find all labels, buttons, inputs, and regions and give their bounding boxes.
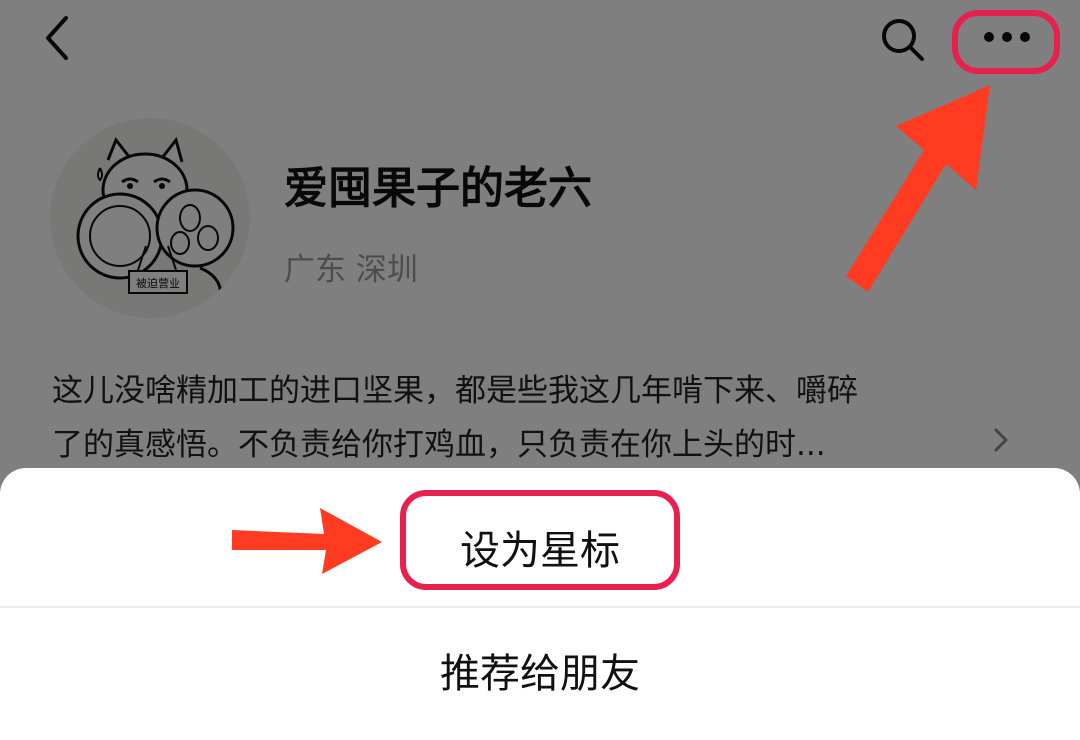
annotation-arrow-icon <box>232 508 382 574</box>
annotation-highlight-star <box>400 490 680 590</box>
recommend-to-friend-option[interactable]: 推荐给朋友 <box>0 608 1080 740</box>
annotation-highlight-more <box>952 10 1060 74</box>
annotation-arrow-icon <box>846 85 990 292</box>
